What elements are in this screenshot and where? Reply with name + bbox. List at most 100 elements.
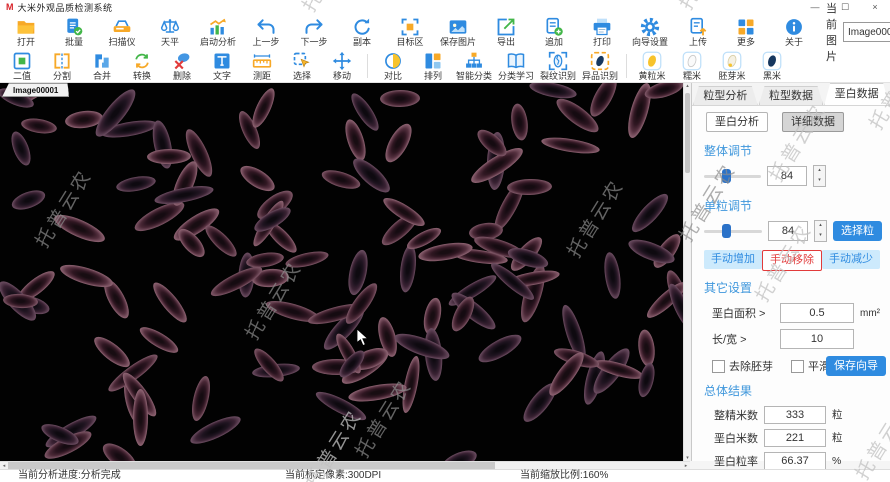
field-value-input[interactable]: 10 [780, 329, 854, 349]
scroll-up-icon[interactable]: ▴ [684, 83, 691, 89]
toolbar-smart-classify-button[interactable]: 智能分类 [453, 50, 495, 82]
toolbar-arrange-button[interactable]: 排列 [413, 50, 453, 82]
manual-buttons-row: 手动增加手动移除手动减少 [692, 246, 890, 273]
toolbar-undo-button[interactable]: 上一步 [242, 16, 290, 48]
toolbar-save-image-button[interactable]: 保存图片 [434, 16, 482, 48]
rice-grain [635, 361, 657, 398]
toolbar-scanner-button[interactable]: 扫描仪 [98, 16, 146, 48]
toolbar-convert-button[interactable]: 转换 [122, 50, 162, 82]
horizontal-scrollbar[interactable]: ◂ ▸ [0, 461, 690, 469]
toolbar-about-button[interactable]: 关于 [770, 16, 818, 48]
overall-adjust-spinner[interactable]: ▴▾ [813, 165, 826, 187]
save-wizard-button[interactable]: 保存向导 [826, 356, 886, 376]
toolbar-item-label: 导出 [497, 38, 515, 47]
single-adjust-spinner[interactable]: ▴▾ [814, 220, 827, 242]
tab-chalkiness-data[interactable]: 垩白数据 [824, 83, 889, 105]
print-icon [592, 17, 612, 37]
result-label: 整精米数 [700, 407, 758, 423]
toolbar-select-button[interactable]: 选择 [282, 50, 322, 82]
analysis-panel: 粒型分析粒型数据垩白数据 垩白分析详细数据 整体调节 84 ▴▾ 单粒调节 84… [691, 83, 890, 461]
spin-up-icon[interactable]: ▴ [814, 166, 825, 176]
rice-grain [90, 332, 134, 372]
rice-grain [189, 374, 214, 422]
spin-down-icon[interactable]: ▾ [815, 231, 826, 241]
detail-data-button[interactable]: 详细数据 [782, 112, 844, 132]
current-image-select[interactable]: Image00001 ▾ [843, 22, 890, 42]
result-value-input[interactable]: 66.37 [764, 452, 826, 470]
undo-icon [256, 17, 276, 37]
toolbar-classify-learn-button[interactable]: 分类学习 [495, 50, 537, 82]
overall-adjust-value[interactable]: 84 [767, 166, 807, 186]
toolbar-item-label: 关于 [785, 38, 803, 47]
about-icon [784, 17, 804, 37]
toolbar-upload-button[interactable]: 上传 [674, 16, 722, 48]
rice-grain [585, 83, 622, 120]
window-title: 大米外观品质检测系统 [18, 1, 113, 14]
manual-reduce-button[interactable]: 手动减少 [822, 250, 880, 269]
slider-thumb[interactable] [722, 169, 731, 183]
manual-remove-button[interactable]: 手动移除 [762, 250, 822, 271]
toolbar-wizard-settings-button[interactable]: 向导设置 [626, 16, 674, 48]
rice-grain [98, 438, 140, 461]
toolbar-germ-rice-button[interactable]: 胚芽米 [712, 50, 752, 82]
toolbar-item-label: 选择 [293, 72, 311, 81]
rice-grain [201, 221, 241, 261]
image-tab[interactable]: Image00001 [2, 83, 69, 97]
toolbar-more-button[interactable]: 更多 [722, 16, 770, 48]
image-canvas[interactable]: Image00001 [0, 83, 683, 461]
toolbar-item-label: 排列 [424, 72, 442, 81]
vertical-scroll-thumb[interactable] [685, 93, 690, 173]
toolbar-compare-button[interactable]: 对比 [373, 50, 413, 82]
toolbar-text-button[interactable]: 文字 [202, 50, 242, 82]
toolbar-split-button[interactable]: 分割 [42, 50, 82, 82]
checkbox-box[interactable] [791, 360, 804, 373]
toolbar-start-analysis-button[interactable]: 启动分析 [194, 16, 242, 48]
rice-grain [392, 329, 452, 365]
toolbar-delete-button[interactable]: 删除 [162, 50, 202, 82]
overall-adjust-slider[interactable] [704, 175, 761, 178]
toolbar-redo-button[interactable]: 下一步 [290, 16, 338, 48]
toolbar-balance-button[interactable]: 天平 [146, 16, 194, 48]
chalk-analysis-button[interactable]: 垩白分析 [706, 112, 768, 132]
tab-grain-shape-analysis[interactable]: 粒型分析 [693, 86, 758, 105]
toolbar-print-button[interactable]: 打印 [578, 16, 626, 48]
move-icon [332, 51, 352, 71]
toolbar-append-button[interactable]: 追加 [530, 16, 578, 48]
toolbar-merge-button[interactable]: 合并 [82, 50, 122, 82]
single-adjust-slider[interactable] [704, 230, 762, 233]
manual-add-button[interactable]: 手动增加 [704, 250, 762, 269]
toolbar-black-rice-button[interactable]: 黑米 [752, 50, 792, 82]
toolbar-move-button[interactable]: 移动 [322, 50, 362, 82]
tab-grain-shape-data[interactable]: 粒型数据 [759, 86, 824, 105]
toolbar-export-button[interactable]: 导出 [482, 16, 530, 48]
checkbox-label: 去除胚芽 [729, 358, 773, 374]
horizontal-scroll-thumb[interactable] [8, 462, 495, 469]
toolbar-target-area-button[interactable]: 目标区 [386, 16, 434, 48]
toolbar-crack-detect-button[interactable]: 裂纹识别 [537, 50, 579, 82]
result-value-input[interactable]: 333 [764, 406, 826, 424]
spin-down-icon[interactable]: ▾ [814, 176, 825, 186]
yellow-rice-icon [642, 51, 662, 71]
toolbar-item-label: 黑米 [763, 72, 781, 81]
remove-germ-checkbox[interactable]: 去除胚芽 [712, 358, 773, 374]
toolbar-duplicate-button[interactable]: 副本 [338, 16, 386, 48]
result-label: 垩白米数 [700, 430, 758, 446]
rice-grain [51, 210, 108, 248]
scanner-icon [112, 17, 132, 37]
toolbar-yellow-rice-button[interactable]: 黄粒米 [632, 50, 672, 82]
toolbar-glutinous-rice-button[interactable]: 糯米 [672, 50, 712, 82]
toolbar-binary-button[interactable]: 二值 [2, 50, 42, 82]
checkbox-box[interactable] [712, 360, 725, 373]
toolbar-measure-button[interactable]: 测距 [242, 50, 282, 82]
toolbar-open-folder-button[interactable]: 打开 [2, 16, 50, 48]
toolbar-batch-button[interactable]: 批量 [50, 16, 98, 48]
field-value-input[interactable]: 0.5 [780, 303, 854, 323]
result-value-input[interactable]: 221 [764, 429, 826, 447]
toolbar-foreign-detect-button[interactable]: 异品识别 [579, 50, 621, 82]
spin-up-icon[interactable]: ▴ [815, 221, 826, 231]
select-grain-button[interactable]: 选择粒 [833, 221, 882, 241]
single-adjust-value[interactable]: 84 [768, 221, 808, 241]
app-logo-icon: M [6, 2, 14, 12]
slider-thumb[interactable] [722, 224, 731, 238]
vertical-scrollbar[interactable]: ▴ ▾ [683, 83, 691, 461]
